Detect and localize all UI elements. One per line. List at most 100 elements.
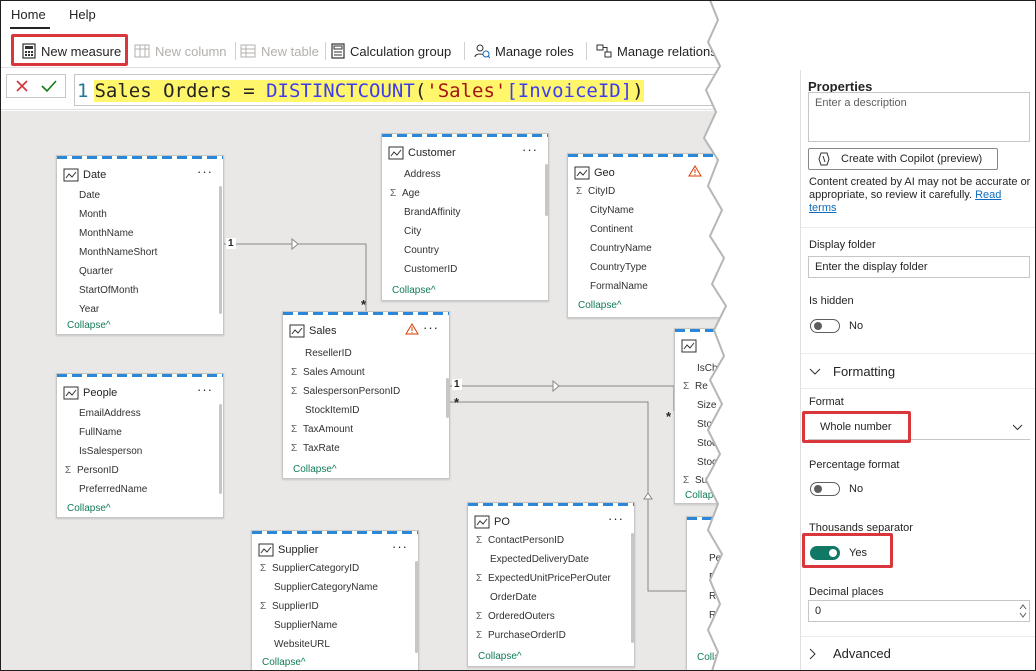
more-options-icon[interactable]: ··· bbox=[423, 320, 439, 335]
field-item[interactable]: Address bbox=[404, 169, 441, 180]
relationship-many-label: * bbox=[361, 297, 367, 312]
field-item[interactable]: ExpectedDeliveryDate bbox=[490, 554, 589, 565]
cancel-icon[interactable] bbox=[15, 79, 29, 93]
table-card-people[interactable]: People ··· EmailAddress FullName IsSales… bbox=[56, 373, 224, 518]
field-item[interactable]: Month bbox=[79, 209, 107, 220]
is-hidden-toggle[interactable] bbox=[810, 319, 840, 333]
dax-formula-editor[interactable]: 1 Sales Orders = DISTINCTCOUNT('Sales'[In… bbox=[74, 74, 768, 106]
scrollbar[interactable] bbox=[631, 533, 634, 643]
collapse-link[interactable]: Collapse^ bbox=[67, 503, 111, 514]
field-item[interactable]: ResellerID bbox=[305, 348, 352, 359]
decimal-places-input[interactable]: 0 bbox=[808, 600, 1030, 622]
field-item[interactable]: CityName bbox=[590, 205, 634, 216]
field-item[interactable]: Quarter bbox=[79, 266, 113, 277]
more-options-icon[interactable]: ··· bbox=[197, 164, 213, 179]
scrollbar[interactable] bbox=[219, 186, 222, 314]
field-item[interactable]: BrandAffinity bbox=[404, 207, 461, 218]
collapse-link[interactable]: Collapse^ bbox=[293, 464, 337, 475]
warning-icon[interactable] bbox=[405, 323, 419, 335]
table-card-po[interactable]: PO ··· Σ ContactPersonID ExpectedDelivery… bbox=[467, 502, 635, 667]
field-item[interactable]: WebsiteURL bbox=[274, 639, 330, 650]
field-item[interactable]: Σ CityID bbox=[576, 186, 615, 197]
formula-highlight: Sales Orders = DISTINCTCOUNT('Sales'[Inv… bbox=[94, 80, 644, 102]
spinner-arrows-icon[interactable] bbox=[1019, 603, 1027, 619]
field-item[interactable]: IsSalesperson bbox=[79, 446, 142, 457]
field-item[interactable]: SupplierName bbox=[274, 620, 337, 631]
field-item[interactable]: FullName bbox=[79, 427, 122, 438]
field-item[interactable]: FormalName bbox=[590, 281, 648, 292]
scrollbar[interactable] bbox=[446, 378, 449, 418]
field-item[interactable]: EmailAddress bbox=[79, 408, 141, 419]
advanced-section-header[interactable]: Advanced bbox=[809, 646, 891, 661]
field-item[interactable]: MonthNameShort bbox=[79, 247, 157, 258]
field-item[interactable]: MonthName bbox=[79, 228, 133, 239]
highlight-box-thousands bbox=[802, 533, 893, 568]
formula-text: 1 Sales Orders = DISTINCTCOUNT('Sales'[In… bbox=[77, 78, 644, 104]
sum-icon: Σ bbox=[65, 465, 72, 476]
more-options-icon[interactable]: ··· bbox=[608, 511, 624, 526]
create-with-copilot-button[interactable]: Create with Copilot (preview) bbox=[808, 148, 998, 170]
display-folder-input[interactable]: Enter the display folder bbox=[808, 256, 1030, 278]
field-item[interactable]: Date bbox=[79, 190, 100, 201]
formatting-section-header[interactable]: Formatting bbox=[809, 364, 895, 379]
tab-help[interactable]: Help bbox=[69, 7, 96, 22]
field-item[interactable]: Σ PersonID bbox=[65, 465, 119, 476]
scrollbar[interactable] bbox=[415, 561, 418, 653]
manage-roles-button[interactable]: Manage roles bbox=[474, 39, 574, 63]
field-item[interactable]: Σ PurchaseOrderID bbox=[476, 630, 566, 641]
percentage-format-toggle[interactable] bbox=[810, 482, 840, 496]
collapse-link[interactable]: Collapse^ bbox=[578, 300, 622, 311]
collapse-link[interactable]: Collapse^ bbox=[67, 320, 111, 331]
field-item[interactable]: StartOfMonth bbox=[79, 285, 138, 296]
chevron-right-icon bbox=[809, 648, 816, 659]
field-item[interactable]: CustomerID bbox=[404, 264, 457, 275]
scrollbar[interactable] bbox=[219, 404, 222, 494]
field-item[interactable]: Continent bbox=[590, 224, 633, 235]
new-table-button[interactable]: New table bbox=[240, 39, 319, 63]
field-item[interactable]: Σ SalespersonPersonID bbox=[291, 386, 400, 397]
collapse-link[interactable]: Collapse^ bbox=[262, 657, 306, 668]
collapse-link[interactable]: Collapse^ bbox=[478, 651, 522, 662]
field-item[interactable]: CountryName bbox=[590, 243, 652, 254]
formula-open-paren: ( bbox=[414, 80, 427, 102]
percentage-format-label: Percentage format bbox=[809, 459, 900, 471]
more-options-icon[interactable]: ··· bbox=[197, 382, 213, 397]
field-item[interactable]: Σ Age bbox=[390, 188, 420, 199]
tab-home[interactable]: Home bbox=[11, 7, 46, 22]
more-options-icon[interactable]: ··· bbox=[392, 539, 408, 554]
new-column-button[interactable]: New column bbox=[134, 39, 227, 63]
field-item[interactable]: Σ TaxAmount bbox=[291, 424, 353, 435]
description-field[interactable]: Enter a description bbox=[808, 92, 1030, 142]
commit-check-icon[interactable] bbox=[41, 79, 57, 93]
divider bbox=[801, 388, 1036, 389]
copilot-button-label: Create with Copilot (preview) bbox=[841, 153, 983, 165]
table-card-supplier[interactable]: Supplier ··· Σ SupplierCategoryID Supplie… bbox=[251, 530, 419, 671]
model-diagram-canvas[interactable]: 1 * 1 * * Date ··· Date Month MonthName … bbox=[0, 111, 760, 671]
collapse-link[interactable]: Collapse^ bbox=[392, 285, 436, 296]
table-card-sales[interactable]: Sales ··· ResellerID Σ Sales Amount Σ Sale… bbox=[282, 311, 450, 479]
calculation-group-button[interactable]: Calculation group bbox=[331, 39, 451, 63]
field-label: PersonID bbox=[77, 465, 119, 476]
field-item[interactable]: Σ ExpectedUnitPricePerOuter bbox=[476, 573, 611, 584]
field-item[interactable]: Σ OrderedOuters bbox=[476, 611, 555, 622]
field-item[interactable]: City bbox=[404, 226, 421, 237]
field-item[interactable]: Σ SupplierCategoryID bbox=[260, 563, 359, 574]
field-item[interactable]: Σ TaxRate bbox=[291, 443, 340, 454]
field-item[interactable]: OrderDate bbox=[490, 592, 537, 603]
field-item[interactable]: Year bbox=[79, 304, 99, 315]
field-item[interactable]: SupplierCategoryName bbox=[274, 582, 378, 593]
field-label: TaxRate bbox=[303, 443, 340, 454]
scrollbar[interactable] bbox=[545, 164, 548, 216]
field-item[interactable]: Σ SupplierID bbox=[260, 601, 319, 612]
manage-relationships-button[interactable]: Manage relations bbox=[596, 39, 717, 63]
field-item[interactable]: StockItemID bbox=[305, 405, 359, 416]
table-card-customer[interactable]: Customer ··· Address Σ Age BrandAffinity … bbox=[381, 133, 549, 301]
field-item[interactable]: CountryType bbox=[590, 262, 647, 273]
field-item[interactable]: Σ Sales Amount bbox=[291, 367, 365, 378]
table-card-date[interactable]: Date ··· Date Month MonthName MonthNameS… bbox=[56, 155, 224, 335]
field-item[interactable]: Σ ContactPersonID bbox=[476, 535, 564, 546]
field-item[interactable]: PreferredName bbox=[79, 484, 147, 495]
table-icon bbox=[63, 386, 79, 400]
more-options-icon[interactable]: ··· bbox=[522, 142, 538, 157]
field-item[interactable]: Country bbox=[404, 245, 439, 256]
